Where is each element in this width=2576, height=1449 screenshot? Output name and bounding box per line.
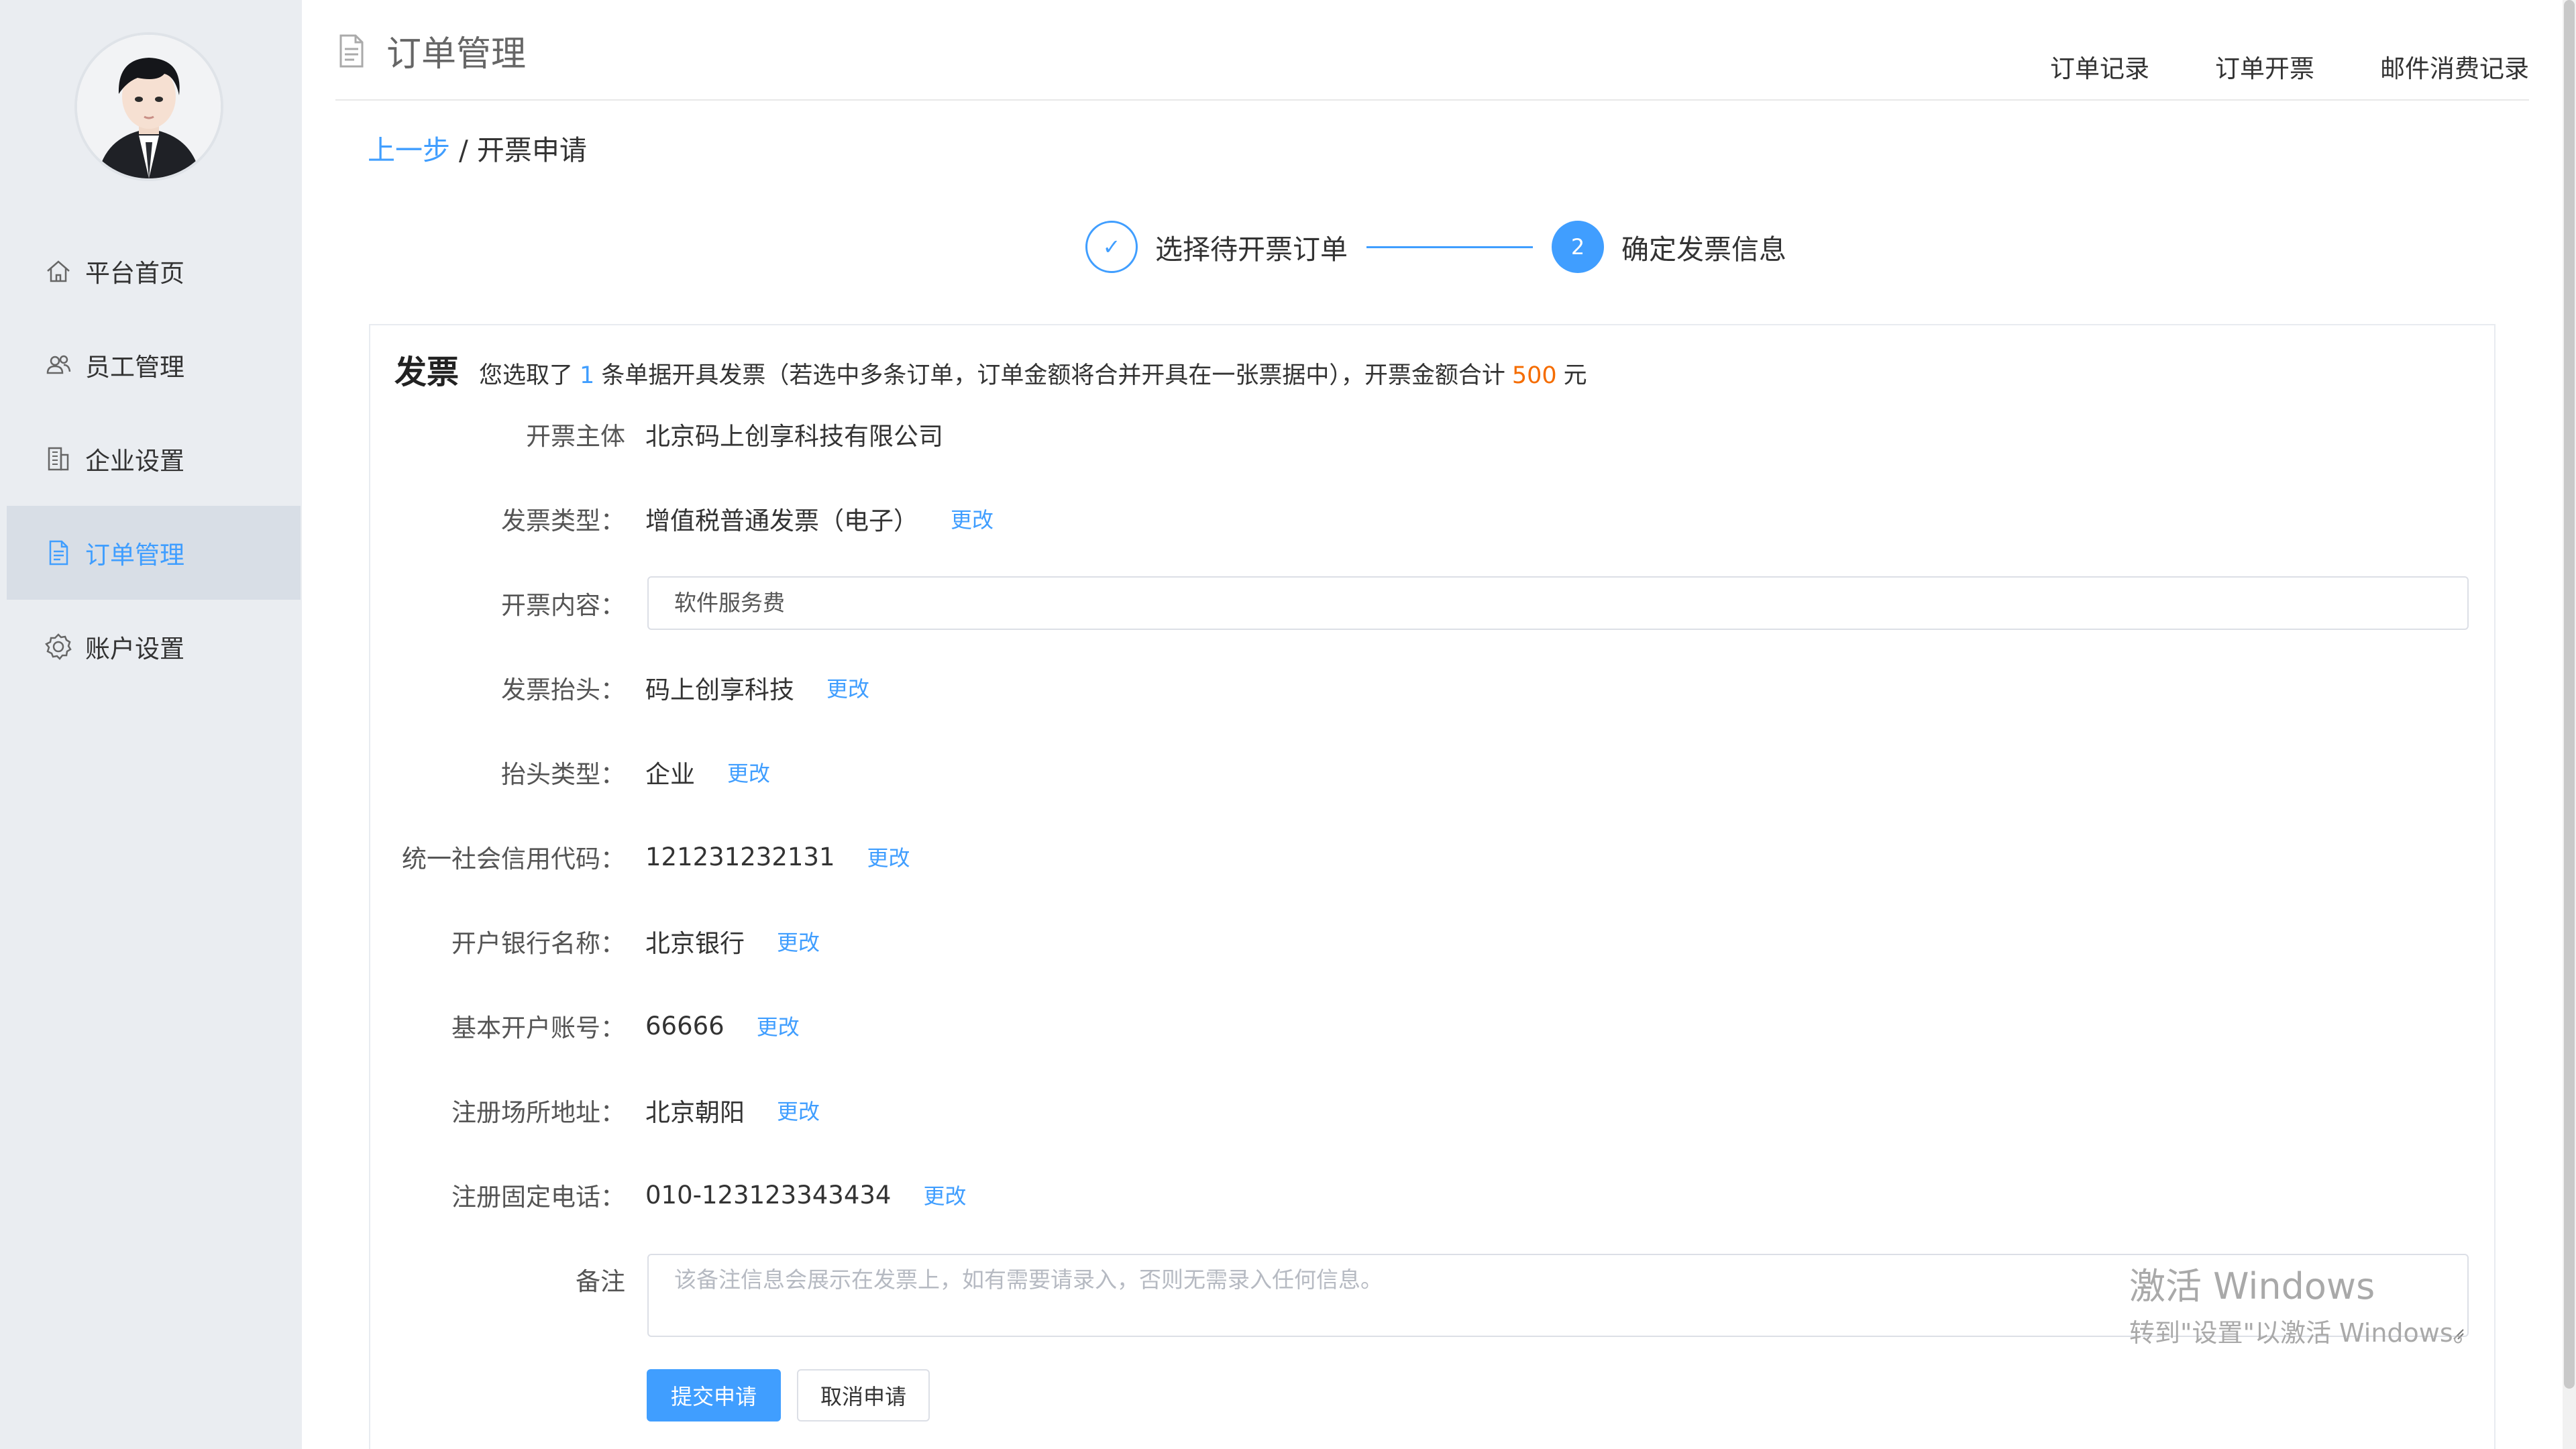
edit-invoice-type-link[interactable]: 更改 <box>951 503 994 534</box>
sidebar-item-orders[interactable]: 订单管理 <box>7 506 301 600</box>
gear-icon <box>44 632 73 661</box>
page-title-text: 订单管理 <box>386 34 527 74</box>
link-order-invoicing[interactable]: 订单开票 <box>2215 48 2314 85</box>
page-title: 订单管理 <box>335 25 526 76</box>
field-label: 基本开户账号： <box>451 1014 625 1042</box>
link-order-records[interactable]: 订单记录 <box>2050 48 2149 85</box>
steps: ✓ 选择待开票订单 2 确定发票信息 <box>1085 219 1823 275</box>
breadcrumb-separator: / <box>450 134 477 166</box>
top-bar: 订单管理 订单记录 订单开票 邮件消费记录 <box>335 0 2529 101</box>
submit-button[interactable]: 提交申请 <box>647 1369 781 1421</box>
edit-bank-link[interactable]: 更改 <box>777 926 820 957</box>
header-value: 码上创享科技 <box>645 676 794 704</box>
building-icon <box>44 444 73 474</box>
field-label: 开票内容： <box>501 591 625 620</box>
users-icon <box>44 350 73 380</box>
app-root: 平台首页 员工管理 企业设置 订单管理 账户设置 订单管理 订单记录 订单开票 … <box>0 0 2576 1449</box>
summary-mid: 条单据开具发票（若选中多条订单，订单金额将合并开具在一张票据中），开票金额合计 <box>601 362 1505 389</box>
invoice-title: 发票 <box>394 354 460 391</box>
sidebar-item-account[interactable]: 账户设置 <box>7 600 301 694</box>
watermark-line-2: 转到"设置"以激活 Windows。 <box>2129 1318 2479 1348</box>
address-value: 北京朝阳 <box>645 1098 745 1127</box>
field-label: 发票抬头： <box>501 676 625 704</box>
field-label: 抬头类型： <box>501 760 625 789</box>
breadcrumb: 上一步 / 开票申请 <box>368 127 587 168</box>
field-label: 发票类型： <box>501 506 625 535</box>
scrollbar-thumb[interactable] <box>2564 0 2575 1389</box>
row-bank: 开户银行名称： 北京银行 更改 <box>370 914 2497 968</box>
account-value: 66666 <box>645 1011 724 1040</box>
avatar[interactable] <box>77 35 221 178</box>
credit-code-value: 121231232131 <box>645 842 835 871</box>
avatar-image <box>77 35 221 178</box>
edit-header-link[interactable]: 更改 <box>826 672 869 703</box>
home-icon <box>44 256 73 286</box>
windows-activation-watermark: 激活 Windows 转到"设置"以激活 Windows。 <box>2129 1256 2479 1349</box>
row-account: 基本开户账号： 66666 更改 <box>370 999 2497 1053</box>
step-1-circle: ✓ <box>1085 221 1138 273</box>
edit-header-type-link[interactable]: 更改 <box>727 757 770 788</box>
edit-address-link[interactable]: 更改 <box>777 1095 820 1126</box>
cancel-button[interactable]: 取消申请 <box>797 1369 930 1421</box>
edit-account-link[interactable]: 更改 <box>757 1010 800 1041</box>
row-address: 注册场所地址： 北京朝阳 更改 <box>370 1083 2497 1137</box>
sidebar-item-home[interactable]: 平台首页 <box>7 224 301 318</box>
top-links: 订单记录 订单开票 邮件消费记录 <box>1984 48 2529 85</box>
invoice-summary: 发票 您选取了 1 条单据开具发票（若选中多条订单，订单金额将合并开具在一张票据… <box>394 345 1587 392</box>
selected-count: 1 <box>580 362 595 389</box>
bank-value: 北京银行 <box>645 929 745 958</box>
row-phone: 注册固定电话： 010-123123343434 更改 <box>370 1168 2497 1222</box>
sidebar-item-label: 企业设置 <box>85 447 184 476</box>
sidebar-item-label: 账户设置 <box>85 635 184 663</box>
row-credit-code: 统一社会信用代码： 121231232131 更改 <box>370 830 2497 883</box>
step-2-index: 2 <box>1570 234 1585 260</box>
document-icon <box>335 33 368 69</box>
field-label: 注册场所地址： <box>451 1098 625 1127</box>
content-input[interactable]: 软件服务费 <box>647 576 2469 630</box>
header-type-value: 企业 <box>645 760 695 789</box>
sidebar-item-label: 平台首页 <box>85 259 184 288</box>
breadcrumb-current: 开票申请 <box>476 134 587 166</box>
summary-pre: 您选取了 <box>479 362 574 389</box>
row-header-type: 抬头类型： 企业 更改 <box>370 745 2497 799</box>
row-issuer: 开票主体 北京码上创享科技有限公司 <box>370 407 2497 461</box>
step-2-label: 确定发票信息 <box>1621 233 1786 266</box>
edit-credit-code-link[interactable]: 更改 <box>867 841 910 872</box>
document-icon <box>44 538 73 568</box>
remark-placeholder: 该备注信息会展示在发票上，如有需要请录入，否则无需录入任何信息。 <box>674 1267 1383 1293</box>
step-1-label: 选择待开票订单 <box>1155 233 1348 266</box>
field-label: 统一社会信用代码： <box>402 845 625 873</box>
row-header: 发票抬头： 码上创享科技 更改 <box>370 661 2497 714</box>
step-connector <box>1366 246 1533 248</box>
sidebar-item-company[interactable]: 企业设置 <box>7 412 301 506</box>
invoice-type-value: 增值税普通发票（电子） <box>645 506 918 535</box>
phone-value: 010-123123343434 <box>645 1180 892 1210</box>
sidebar-item-label: 订单管理 <box>85 541 184 570</box>
field-label: 开票主体 <box>526 422 625 451</box>
sidebar: 平台首页 员工管理 企业设置 订单管理 账户设置 <box>0 0 302 1449</box>
field-label: 备注 <box>576 1267 625 1296</box>
field-label: 注册固定电话： <box>451 1183 625 1212</box>
sidebar-item-staff[interactable]: 员工管理 <box>7 318 301 412</box>
row-invoice-type: 发票类型： 增值税普通发票（电子） 更改 <box>370 492 2497 545</box>
sidebar-item-label: 员工管理 <box>85 353 184 382</box>
back-link[interactable]: 上一步 <box>368 134 450 166</box>
link-mail-consumption[interactable]: 邮件消费记录 <box>2380 48 2529 85</box>
step-2-circle: 2 <box>1552 221 1604 273</box>
watermark-line-1: 激活 Windows <box>2129 1265 2375 1307</box>
field-label: 开户银行名称： <box>451 929 625 958</box>
check-icon: ✓ <box>1102 234 1121 260</box>
invoice-amount: 500 <box>1511 362 1557 389</box>
content-input-value: 软件服务费 <box>674 590 785 616</box>
amount-unit: 元 <box>1563 362 1587 389</box>
edit-phone-link[interactable]: 更改 <box>923 1179 966 1210</box>
issuer-value: 北京码上创享科技有限公司 <box>645 422 943 451</box>
